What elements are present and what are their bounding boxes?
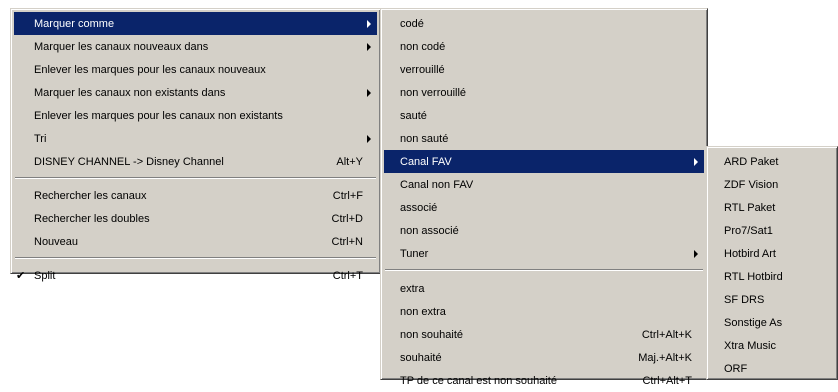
menu-item-label: Tri <box>34 132 47 145</box>
menu-separator <box>15 177 376 179</box>
menu-item-associated[interactable]: associé <box>384 196 704 219</box>
menu-item-search-duplicates[interactable]: Rechercher les doubles Ctrl+D <box>14 207 377 230</box>
menu-item-split[interactable]: ✔ Split Ctrl+T <box>14 264 377 287</box>
fav-item-ard-paket[interactable]: ARD Paket <box>710 150 834 173</box>
menu-item-not-associated[interactable]: non associé <box>384 219 704 242</box>
menu-item-label: Pro7/Sat1 <box>724 224 773 237</box>
menu-item-label: non extra <box>400 305 446 318</box>
menu-item-label: extra <box>400 282 425 295</box>
menu-item-label: ARD Paket <box>724 155 779 168</box>
menu-item-fav-channel[interactable]: Canal FAV <box>384 150 704 173</box>
menu-item-extra[interactable]: extra <box>384 277 704 300</box>
fav-item-pro7-sat1[interactable]: Pro7/Sat1 <box>710 219 834 242</box>
submenu-mark-as: codé non codé verrouillé non verrouillé … <box>380 8 708 387</box>
menu-item-label: souhaité <box>400 351 442 364</box>
context-menu-main: Marquer comme Marquer les canaux nouveau… <box>10 8 381 282</box>
menu-item-label: Xtra Music <box>724 339 776 352</box>
menu-item-label: associé <box>400 201 438 214</box>
submenu-fav-lists: ARD Paket ZDF Vision RTL Paket Pro7/Sat1… <box>706 146 838 380</box>
menu-item-label: non associé <box>400 224 459 237</box>
menu-item-label: Rechercher les doubles <box>34 212 150 225</box>
menu-item-wanted[interactable]: souhaité Maj.+Alt+K <box>384 346 704 369</box>
menu-item-shortcut: Ctrl+T <box>332 269 363 282</box>
menu-item-label: Tuner <box>400 247 429 260</box>
menu-item-shortcut: Ctrl+Alt+K <box>641 328 692 341</box>
menu-item-label: RTL Hotbird <box>724 270 783 283</box>
menu-item-tuner[interactable]: Tuner <box>384 242 704 265</box>
menu-item-label: codé <box>400 17 424 30</box>
menu-item-unwanted[interactable]: non souhaité Ctrl+Alt+K <box>384 323 704 346</box>
menu-item-label: non souhaité <box>400 328 463 341</box>
menu-item-shortcut: Ctrl+Alt+T <box>642 374 692 387</box>
menu-item-shortcut: Ctrl+F <box>332 189 363 202</box>
menu-item-skipped[interactable]: sauté <box>384 104 704 127</box>
menu-item-not-skipped[interactable]: non sauté <box>384 127 704 150</box>
menu-item-mark-as[interactable]: Marquer comme <box>14 12 377 35</box>
menu-item-label: Marquer les canaux nouveaux dans <box>34 40 209 53</box>
menu-item-shortcut: Ctrl+D <box>331 212 363 225</box>
menu-item-label: Enlever les marques pour les canaux non … <box>34 109 283 122</box>
fav-item-orf[interactable]: ORF <box>710 357 834 380</box>
menu-item-label: TP de ce canal est non souhaité <box>400 374 557 387</box>
fav-item-sonstige-as[interactable]: Sonstige As <box>710 311 834 334</box>
fav-item-xtra-music[interactable]: Xtra Music <box>710 334 834 357</box>
fav-item-rtl-hotbird[interactable]: RTL Hotbird <box>710 265 834 288</box>
submenu-arrow-icon <box>367 19 371 28</box>
menu-item-label: non codé <box>400 40 446 53</box>
submenu-arrow-icon <box>694 249 698 258</box>
menu-item-label: DISNEY CHANNEL -> Disney Channel <box>34 155 224 168</box>
fav-item-zdf-vision[interactable]: ZDF Vision <box>710 173 834 196</box>
menu-item-not-extra[interactable]: non extra <box>384 300 704 323</box>
menu-item-not-coded[interactable]: non codé <box>384 35 704 58</box>
menu-item-mark-nonexistent-in[interactable]: Marquer les canaux non existants dans <box>14 81 377 104</box>
menu-item-sort[interactable]: Tri <box>14 127 377 150</box>
menu-item-not-fav-channel[interactable]: Canal non FAV <box>384 173 704 196</box>
menu-item-label: Marquer les canaux non existants dans <box>34 86 226 99</box>
submenu-arrow-icon <box>367 42 371 51</box>
menu-item-label: verrouillé <box>400 63 445 76</box>
menu-item-label: non sauté <box>400 132 449 145</box>
submenu-arrow-icon <box>367 134 371 143</box>
menu-item-new[interactable]: Nouveau Ctrl+N <box>14 230 377 253</box>
menu-item-label: Nouveau <box>34 235 79 248</box>
menu-item-coded[interactable]: codé <box>384 12 704 35</box>
menu-item-not-locked[interactable]: non verrouillé <box>384 81 704 104</box>
menu-item-shortcut: Alt+Y <box>336 155 363 168</box>
menu-item-mark-new-channels-in[interactable]: Marquer les canaux nouveaux dans <box>14 35 377 58</box>
submenu-arrow-icon <box>367 88 371 97</box>
menu-item-label: Sonstige As <box>724 316 783 329</box>
menu-item-label: Enlever les marques pour les canaux nouv… <box>34 63 266 76</box>
menu-item-label: Marquer comme <box>34 17 115 30</box>
menu-item-shortcut: Maj.+Alt+K <box>638 351 692 364</box>
menu-item-label: ZDF Vision <box>724 178 779 191</box>
menu-item-label: non verrouillé <box>400 86 467 99</box>
menu-item-label: Rechercher les canaux <box>34 189 147 202</box>
menu-item-label: Canal FAV <box>400 155 452 168</box>
fav-item-sf-drs[interactable]: SF DRS <box>710 288 834 311</box>
menu-item-label: SF DRS <box>724 293 765 306</box>
menu-item-tp-unwanted[interactable]: TP de ce canal est non souhaité Ctrl+Alt… <box>384 369 704 392</box>
menu-item-label: Canal non FAV <box>400 178 474 191</box>
menu-item-remove-marks-new[interactable]: Enlever les marques pour les canaux nouv… <box>14 58 377 81</box>
menu-item-label: sauté <box>400 109 427 122</box>
menu-item-rename-disney[interactable]: DISNEY CHANNEL -> Disney Channel Alt+Y <box>14 150 377 173</box>
fav-item-hotbird-art[interactable]: Hotbird Art <box>710 242 834 265</box>
menu-separator <box>15 257 376 259</box>
menu-item-locked[interactable]: verrouillé <box>384 58 704 81</box>
menu-item-label: Hotbird Art <box>724 247 776 260</box>
menu-item-label: ORF <box>724 362 748 375</box>
checkmark-icon: ✔ <box>16 270 26 282</box>
fav-item-rtl-paket[interactable]: RTL Paket <box>710 196 834 219</box>
submenu-arrow-icon <box>694 157 698 166</box>
menu-item-label: Split <box>34 269 56 282</box>
menu-item-search-channels[interactable]: Rechercher les canaux Ctrl+F <box>14 184 377 207</box>
menu-item-remove-marks-nonexistent[interactable]: Enlever les marques pour les canaux non … <box>14 104 377 127</box>
menu-item-shortcut: Ctrl+N <box>331 235 363 248</box>
menu-item-label: RTL Paket <box>724 201 776 214</box>
menu-separator <box>385 269 703 271</box>
